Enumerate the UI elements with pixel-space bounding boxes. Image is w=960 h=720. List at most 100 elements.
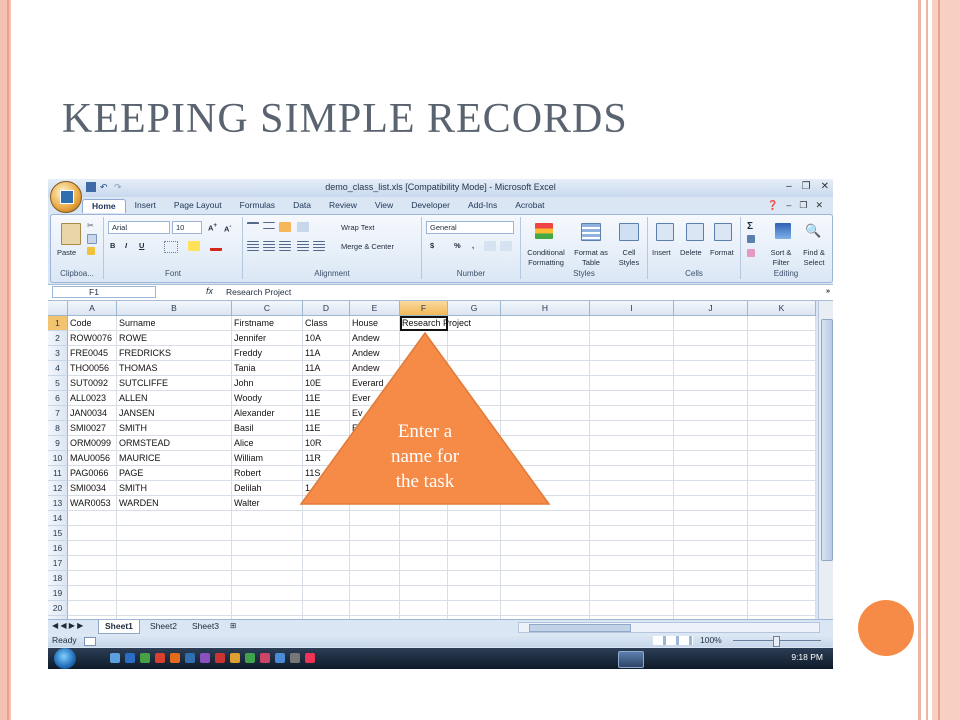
cell[interactable] bbox=[303, 541, 350, 556]
cell[interactable] bbox=[303, 556, 350, 571]
taskbar-app-icon[interactable] bbox=[245, 653, 255, 663]
cell[interactable]: THOMAS bbox=[117, 361, 232, 376]
grow-font-icon[interactable]: A+ bbox=[208, 222, 217, 233]
cell[interactable] bbox=[448, 526, 501, 541]
cell[interactable] bbox=[748, 436, 816, 451]
row-header[interactable]: 3 bbox=[48, 346, 68, 361]
sheet-tab-sheet3[interactable]: Sheet3 bbox=[186, 620, 225, 633]
cell[interactable]: SMI0034 bbox=[68, 481, 117, 496]
taskbar-app-icon[interactable] bbox=[125, 653, 135, 663]
insert-function-icon[interactable]: fx bbox=[206, 286, 213, 296]
cell[interactable] bbox=[68, 511, 117, 526]
cell[interactable]: SUTCLIFFE bbox=[117, 376, 232, 391]
cell[interactable] bbox=[68, 586, 117, 601]
format-painter-icon[interactable] bbox=[87, 247, 95, 255]
cell[interactable] bbox=[303, 586, 350, 601]
active-cell[interactable]: Research Project bbox=[400, 316, 471, 331]
cell[interactable] bbox=[68, 526, 117, 541]
horizontal-scrollbar[interactable] bbox=[518, 622, 820, 633]
taskbar-app-icon[interactable] bbox=[110, 653, 120, 663]
taskbar-app-icon[interactable] bbox=[230, 653, 240, 663]
increase-indent-icon[interactable] bbox=[313, 241, 325, 251]
cell[interactable]: ORMSTEAD bbox=[117, 436, 232, 451]
tab-page-layout[interactable]: Page Layout bbox=[165, 199, 231, 213]
select-all-corner[interactable] bbox=[48, 301, 68, 316]
find-select-button[interactable]: Find & Select bbox=[797, 248, 831, 268]
cell[interactable] bbox=[117, 526, 232, 541]
cell[interactable]: ROWE bbox=[117, 331, 232, 346]
cell[interactable] bbox=[400, 586, 448, 601]
cell[interactable] bbox=[674, 466, 748, 481]
cell[interactable]: Surname bbox=[117, 316, 232, 331]
cell[interactable] bbox=[748, 421, 816, 436]
find-select-icon[interactable]: 🔍 bbox=[805, 223, 821, 239]
align-center-icon[interactable] bbox=[263, 241, 275, 251]
cell[interactable] bbox=[674, 361, 748, 376]
vertical-scrollbar[interactable] bbox=[818, 301, 833, 621]
cell[interactable] bbox=[400, 511, 448, 526]
cell[interactable]: John bbox=[232, 376, 303, 391]
cell[interactable] bbox=[232, 511, 303, 526]
cell[interactable]: Firstname bbox=[232, 316, 303, 331]
cell[interactable]: THO0056 bbox=[68, 361, 117, 376]
italic-icon[interactable]: I bbox=[125, 241, 127, 250]
cell[interactable] bbox=[350, 511, 400, 526]
column-header-a[interactable]: A bbox=[68, 301, 117, 316]
column-header-g[interactable]: G bbox=[448, 301, 501, 316]
cell[interactable] bbox=[117, 601, 232, 616]
cell[interactable] bbox=[68, 601, 117, 616]
tab-insert[interactable]: Insert bbox=[126, 199, 165, 213]
tab-view[interactable]: View bbox=[366, 199, 402, 213]
cell[interactable] bbox=[350, 556, 400, 571]
cell[interactable] bbox=[590, 436, 674, 451]
sort-filter-icon[interactable] bbox=[775, 223, 791, 239]
cell[interactable] bbox=[590, 586, 674, 601]
cell[interactable]: Basil bbox=[232, 421, 303, 436]
cell[interactable]: Tania bbox=[232, 361, 303, 376]
cell[interactable] bbox=[448, 541, 501, 556]
cell[interactable] bbox=[674, 451, 748, 466]
expand-formula-bar-icon[interactable]: » bbox=[826, 286, 830, 295]
copy-icon[interactable] bbox=[87, 234, 97, 244]
row-header[interactable]: 1 bbox=[48, 316, 68, 331]
cell[interactable] bbox=[303, 526, 350, 541]
cell[interactable] bbox=[748, 361, 816, 376]
cell[interactable] bbox=[448, 571, 501, 586]
cell[interactable] bbox=[350, 541, 400, 556]
cell[interactable]: Walter bbox=[232, 496, 303, 511]
cell[interactable] bbox=[674, 316, 748, 331]
align-right-icon[interactable] bbox=[279, 241, 291, 251]
cell[interactable] bbox=[501, 601, 590, 616]
row-header[interactable]: 4 bbox=[48, 361, 68, 376]
cell[interactable] bbox=[117, 586, 232, 601]
cell[interactable] bbox=[350, 586, 400, 601]
format-cells-icon[interactable] bbox=[714, 223, 732, 241]
cell[interactable] bbox=[400, 526, 448, 541]
cell[interactable]: PAGE bbox=[117, 466, 232, 481]
cell[interactable] bbox=[117, 511, 232, 526]
row-header[interactable]: 2 bbox=[48, 331, 68, 346]
cell[interactable]: Delilah bbox=[232, 481, 303, 496]
row-header[interactable]: 18 bbox=[48, 571, 68, 586]
fill-color-icon[interactable] bbox=[188, 241, 200, 251]
cell[interactable] bbox=[674, 331, 748, 346]
borders-icon[interactable] bbox=[164, 241, 178, 253]
cell[interactable] bbox=[590, 331, 674, 346]
cell[interactable] bbox=[748, 541, 816, 556]
cell[interactable] bbox=[674, 421, 748, 436]
underline-icon[interactable]: U bbox=[139, 241, 144, 250]
delete-cells-icon[interactable] bbox=[686, 223, 704, 241]
cell[interactable] bbox=[590, 406, 674, 421]
decrease-indent-icon[interactable] bbox=[297, 241, 309, 251]
cell[interactable] bbox=[748, 526, 816, 541]
cell[interactable] bbox=[590, 451, 674, 466]
cell[interactable] bbox=[232, 586, 303, 601]
delete-cells-button[interactable]: Delete bbox=[680, 248, 702, 257]
row-header[interactable]: 7 bbox=[48, 406, 68, 421]
cell[interactable] bbox=[303, 601, 350, 616]
cell[interactable] bbox=[674, 511, 748, 526]
decrease-decimal-icon[interactable] bbox=[500, 241, 512, 251]
column-header-k[interactable]: K bbox=[748, 301, 816, 316]
cell[interactable] bbox=[748, 586, 816, 601]
cut-icon[interactable]: ✂ bbox=[87, 221, 95, 230]
